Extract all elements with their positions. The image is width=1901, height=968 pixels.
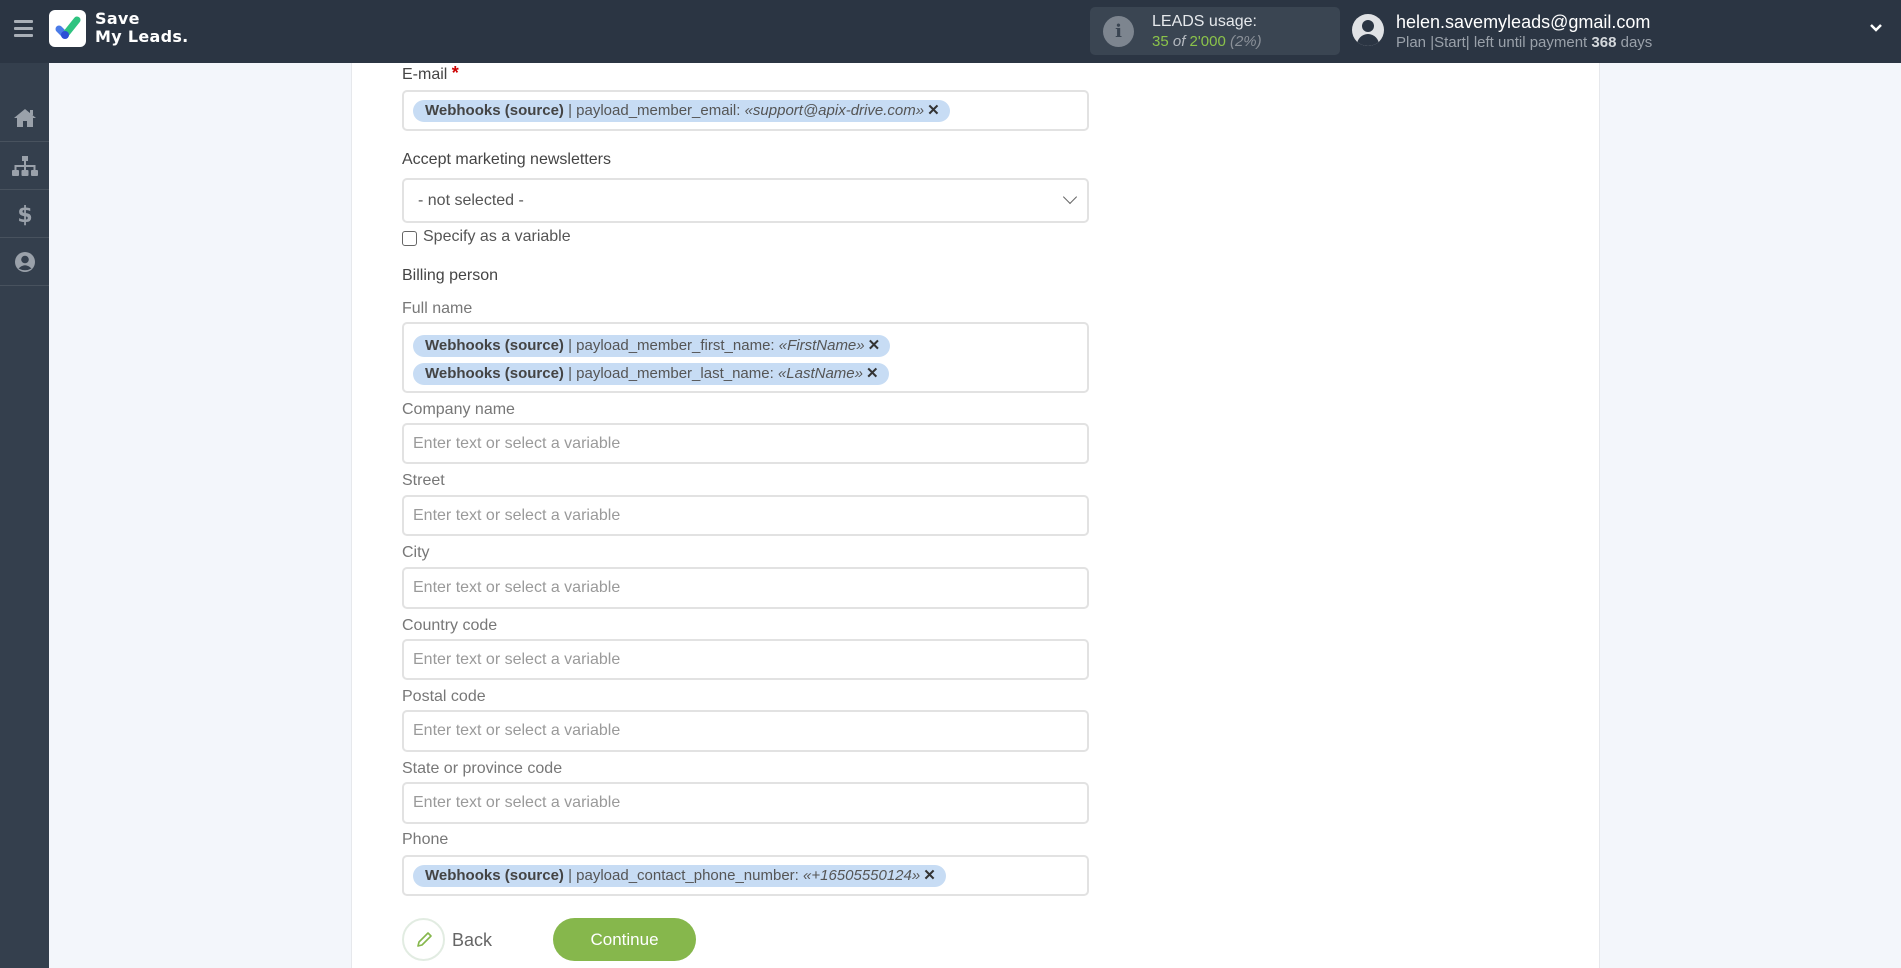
city-label: City [402, 544, 430, 561]
pencil-icon [416, 931, 432, 947]
street-label: Street [402, 472, 445, 489]
continue-button[interactable]: Continue [553, 918, 696, 961]
variable-tag[interactable]: Webhooks (source) | payload_member_first… [413, 335, 891, 357]
sidebar-item-connections[interactable] [0, 143, 49, 190]
required-mark: * [451, 63, 459, 83]
company-name-label: Company name [402, 401, 515, 418]
home-icon [13, 109, 36, 127]
user-plan-info: Plan |Start| left until payment 368 days [1396, 34, 1653, 51]
remove-tag-icon[interactable]: ✕ [866, 365, 879, 382]
leads-usage-panel: i LEADS usage: 35 of 2'000 (2%) [1090, 7, 1340, 55]
sidebar-item-billing[interactable]: $ [0, 191, 49, 238]
phone-field[interactable]: Webhooks (source) | payload_contact_phon… [402, 855, 1089, 896]
variable-tag[interactable]: Webhooks (source) | payload_contact_phon… [413, 865, 946, 887]
svg-text:$: $ [17, 203, 32, 226]
remove-tag-icon[interactable]: ✕ [868, 337, 881, 354]
user-avatar-icon[interactable] [1352, 14, 1384, 46]
sitemap-icon [11, 156, 38, 176]
full-name-field[interactable]: Webhooks (source) | payload_member_first… [402, 322, 1089, 393]
postal-code-input[interactable] [404, 712, 1087, 750]
country-code-input[interactable] [404, 641, 1087, 678]
logo-icon[interactable] [49, 10, 86, 47]
dollar-icon: $ [17, 203, 32, 226]
top-header: Save My Leads. i LEADS usage: 35 of 2'00… [0, 0, 1901, 63]
specify-variable-checkbox[interactable] [402, 231, 417, 246]
country-code-label: Country code [402, 617, 498, 634]
variable-tag[interactable]: Webhooks (source) | payload_member_email… [413, 100, 950, 122]
remove-tag-icon[interactable]: ✕ [927, 102, 940, 119]
leads-usage-value: 35 of 2'000 (2%) [1152, 33, 1262, 50]
logo-text[interactable]: Save My Leads. [95, 10, 189, 46]
billing-person-heading: Billing person [402, 267, 499, 284]
phone-label: Phone [402, 831, 449, 848]
state-code-label: State or province code [402, 760, 563, 777]
info-icon: i [1103, 16, 1134, 47]
street-field[interactable] [402, 495, 1089, 536]
company-name-field[interactable] [402, 423, 1089, 464]
street-input[interactable] [404, 497, 1087, 534]
postal-code-label: Postal code [402, 688, 486, 705]
state-code-field[interactable] [402, 782, 1089, 824]
sidebar: $ [0, 63, 49, 968]
city-field[interactable] [402, 567, 1089, 609]
newsletters-selected-value: - not selected - [418, 192, 524, 209]
variable-tag[interactable]: Webhooks (source) | payload_member_last_… [413, 363, 889, 385]
city-input[interactable] [404, 569, 1087, 607]
remove-tag-icon[interactable]: ✕ [923, 867, 936, 884]
sidebar-item-account[interactable] [0, 239, 49, 286]
state-code-input[interactable] [404, 784, 1087, 822]
chevron-down-icon[interactable] [1868, 20, 1888, 40]
email-field[interactable]: Webhooks (source) | payload_member_email… [402, 90, 1089, 131]
user-circle-icon [14, 252, 35, 272]
user-email[interactable]: helen.savemyleads@gmail.com [1396, 12, 1650, 33]
menu-icon[interactable] [14, 20, 33, 37]
postal-code-field[interactable] [402, 710, 1089, 752]
leads-usage-title: LEADS usage: [1152, 13, 1257, 30]
country-code-field[interactable] [402, 639, 1089, 680]
back-button[interactable] [402, 918, 445, 961]
email-label: E-mail * [402, 63, 459, 83]
company-name-input[interactable] [404, 425, 1087, 462]
specify-variable-label[interactable]: Specify as a variable [423, 228, 571, 246]
chevron-down-icon [1062, 189, 1078, 205]
newsletters-select[interactable]: - not selected - [402, 178, 1089, 223]
back-label[interactable]: Back [452, 930, 492, 951]
newsletters-label: Accept marketing newsletters [402, 151, 611, 168]
sidebar-item-home[interactable] [0, 95, 49, 142]
full-name-label: Full name [402, 300, 473, 317]
